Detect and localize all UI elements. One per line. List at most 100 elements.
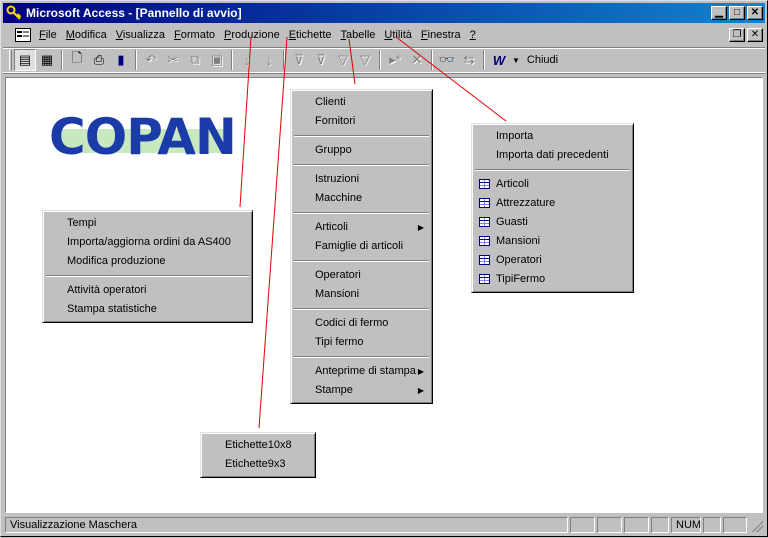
menu-item-famiglie-articoli[interactable]: Famiglie di articoli bbox=[293, 237, 430, 256]
paste-button[interactable]: ▣ bbox=[206, 49, 228, 71]
minimize-button[interactable]: ▁ bbox=[711, 6, 727, 20]
menu-item-istruzioni[interactable]: Istruzioni bbox=[293, 170, 430, 189]
word-icon: W bbox=[492, 52, 506, 68]
access-key-icon bbox=[6, 5, 22, 21]
menu-visualizza[interactable]: Visualizza bbox=[112, 29, 170, 41]
menu-modifica[interactable]: Modifica bbox=[62, 29, 112, 41]
menu-utilita[interactable]: Utilità bbox=[380, 29, 417, 41]
menu-item-clienti[interactable]: Clienti bbox=[293, 93, 430, 112]
print-preview-button[interactable]: 🗋 bbox=[66, 49, 88, 71]
sort-ascending-icon: ↓ bbox=[243, 52, 251, 68]
form-view-button[interactable]: ▤ bbox=[14, 49, 36, 71]
table-icon bbox=[479, 179, 490, 189]
maximize-button[interactable]: □ bbox=[729, 6, 745, 20]
apply-filter-button[interactable]: ▽ bbox=[332, 49, 354, 71]
book-icon: ▮ bbox=[117, 52, 125, 67]
goto-button[interactable]: ⇆ bbox=[458, 49, 480, 71]
utilita-menu: Importa Importa dati precedenti Articoli… bbox=[471, 123, 634, 293]
dropdown-arrow-icon[interactable]: ▼ bbox=[512, 56, 520, 65]
filter-form-icon: ⊽ bbox=[316, 52, 326, 67]
table-icon bbox=[479, 236, 490, 246]
menu-item-attivita-operatori[interactable]: Attività operatori bbox=[45, 281, 250, 300]
menu-tabelle[interactable]: Tabelle bbox=[337, 29, 381, 41]
doc-restore-button[interactable]: ❐ bbox=[729, 28, 745, 42]
menu-help[interactable]: ? bbox=[466, 29, 481, 41]
menu-formato[interactable]: Formato bbox=[170, 29, 220, 41]
close-button[interactable]: ✕ bbox=[747, 6, 763, 20]
status-panel-1 bbox=[570, 517, 595, 533]
form-view-icon: ▤ bbox=[18, 52, 32, 67]
menu-item-anteprime-stampa[interactable]: Anteprime di stampa ▶ bbox=[293, 362, 430, 381]
office-links-button[interactable]: W bbox=[488, 49, 510, 71]
cut-button[interactable]: ✂ bbox=[162, 49, 184, 71]
tabelle-menu: Clienti Fornitori Gruppo Istruzioni Macc… bbox=[290, 89, 433, 404]
filter-by-selection-button[interactable]: ⊽ bbox=[288, 49, 310, 71]
find-button[interactable]: 👓 bbox=[436, 49, 458, 71]
menu-item-tipi-fermo[interactable]: Tipi fermo bbox=[293, 333, 430, 352]
menu-item-util-operatori[interactable]: Operatori bbox=[474, 251, 631, 270]
menu-etichette[interactable]: Etichette bbox=[285, 29, 337, 41]
goto-icon: ⇆ bbox=[463, 52, 475, 67]
filter-by-form-button[interactable]: ⊽ bbox=[310, 49, 332, 71]
menu-item-stampa-statistiche[interactable]: Stampa statistiche bbox=[45, 300, 250, 319]
menu-item-etichette10x8[interactable]: Etichette10x8 bbox=[203, 436, 313, 455]
table-icon bbox=[479, 198, 490, 208]
paste-icon: ▣ bbox=[210, 52, 224, 67]
undo-icon: ↶ bbox=[145, 52, 157, 67]
menu-item-fornitori[interactable]: Fornitori bbox=[293, 112, 430, 131]
menu-item-importa-as400[interactable]: Importa/aggiorna ordini da AS400 bbox=[45, 233, 250, 252]
doc-close-button[interactable]: ✕ bbox=[747, 28, 763, 42]
menu-item-codici-fermo[interactable]: Codici di fermo bbox=[293, 314, 430, 333]
menu-separator bbox=[294, 308, 429, 310]
menu-item-etichette9x3[interactable]: Etichette9x3 bbox=[203, 455, 313, 474]
close-icon: ✕ bbox=[750, 7, 760, 18]
menu-item-util-articoli[interactable]: Articoli bbox=[474, 175, 631, 194]
menu-item-modifica-produzione[interactable]: Modifica produzione bbox=[45, 252, 250, 271]
delete-record-icon: ✕ bbox=[411, 52, 423, 67]
menu-item-util-guasti[interactable]: Guasti bbox=[474, 213, 631, 232]
sort-ascending-button[interactable]: ↓ bbox=[236, 49, 258, 71]
menu-produzione[interactable]: Produzione bbox=[220, 29, 285, 41]
status-text: Visualizzazione Maschera bbox=[5, 517, 568, 533]
menu-finestra[interactable]: Finestra bbox=[417, 29, 466, 41]
window-title: Microsoft Access - [Pannello di avvio] bbox=[26, 6, 242, 20]
menu-item-importa[interactable]: Importa bbox=[474, 127, 631, 146]
spelling-button[interactable]: ▮ bbox=[110, 49, 132, 71]
undo-button[interactable]: ↶ bbox=[140, 49, 162, 71]
sort-descending-icon: ↓ bbox=[265, 52, 273, 68]
menu-item-util-mansioni[interactable]: Mansioni bbox=[474, 232, 631, 251]
size-grip-icon[interactable] bbox=[749, 518, 763, 532]
menu-item-stampe[interactable]: Stampe ▶ bbox=[293, 381, 430, 400]
chiudi-button[interactable]: Chiudi bbox=[524, 54, 561, 66]
toolbar-grip[interactable] bbox=[9, 50, 12, 70]
menu-item-macchine[interactable]: Macchine bbox=[293, 189, 430, 208]
submenu-arrow-icon: ▶ bbox=[417, 386, 424, 395]
menu-item-importa-dati-precedenti[interactable]: Importa dati precedenti bbox=[474, 146, 631, 165]
status-panel-6 bbox=[723, 517, 747, 533]
remove-filter-button[interactable]: ▽ bbox=[354, 49, 376, 71]
menu-item-operatori[interactable]: Operatori bbox=[293, 266, 430, 285]
menu-item-articoli[interactable]: Articoli ▶ bbox=[293, 218, 430, 237]
table-icon bbox=[479, 255, 490, 265]
copy-button[interactable]: ⧉ bbox=[184, 49, 206, 71]
menu-item-mansioni[interactable]: Mansioni bbox=[293, 285, 430, 304]
menu-file[interactable]: File bbox=[35, 29, 62, 41]
menu-item-gruppo[interactable]: Gruppo bbox=[293, 141, 430, 160]
table-icon bbox=[479, 274, 490, 284]
menu-separator bbox=[294, 164, 429, 166]
delete-record-button[interactable]: ✕ bbox=[406, 49, 428, 71]
copy-icon: ⧉ bbox=[190, 52, 200, 67]
sort-descending-button[interactable]: ↓ bbox=[258, 49, 280, 71]
menu-item-util-tipifermo[interactable]: TipiFermo bbox=[474, 270, 631, 289]
title-bar[interactable]: Microsoft Access - [Pannello di avvio] ▁… bbox=[3, 3, 765, 23]
print-button[interactable]: ⎙ bbox=[88, 49, 110, 71]
access-window: Microsoft Access - [Pannello di avvio] ▁… bbox=[0, 0, 768, 537]
form-doc-icon[interactable] bbox=[15, 28, 31, 42]
menu-item-tempi[interactable]: Tempi bbox=[45, 214, 250, 233]
new-record-button[interactable]: ▸* bbox=[384, 49, 406, 71]
datasheet-view-button[interactable]: ▦ bbox=[36, 49, 58, 71]
menu-item-util-attrezzature[interactable]: Attrezzature bbox=[474, 194, 631, 213]
status-panel-2 bbox=[597, 517, 622, 533]
new-record-icon: ▸* bbox=[389, 52, 401, 67]
table-icon bbox=[479, 217, 490, 227]
